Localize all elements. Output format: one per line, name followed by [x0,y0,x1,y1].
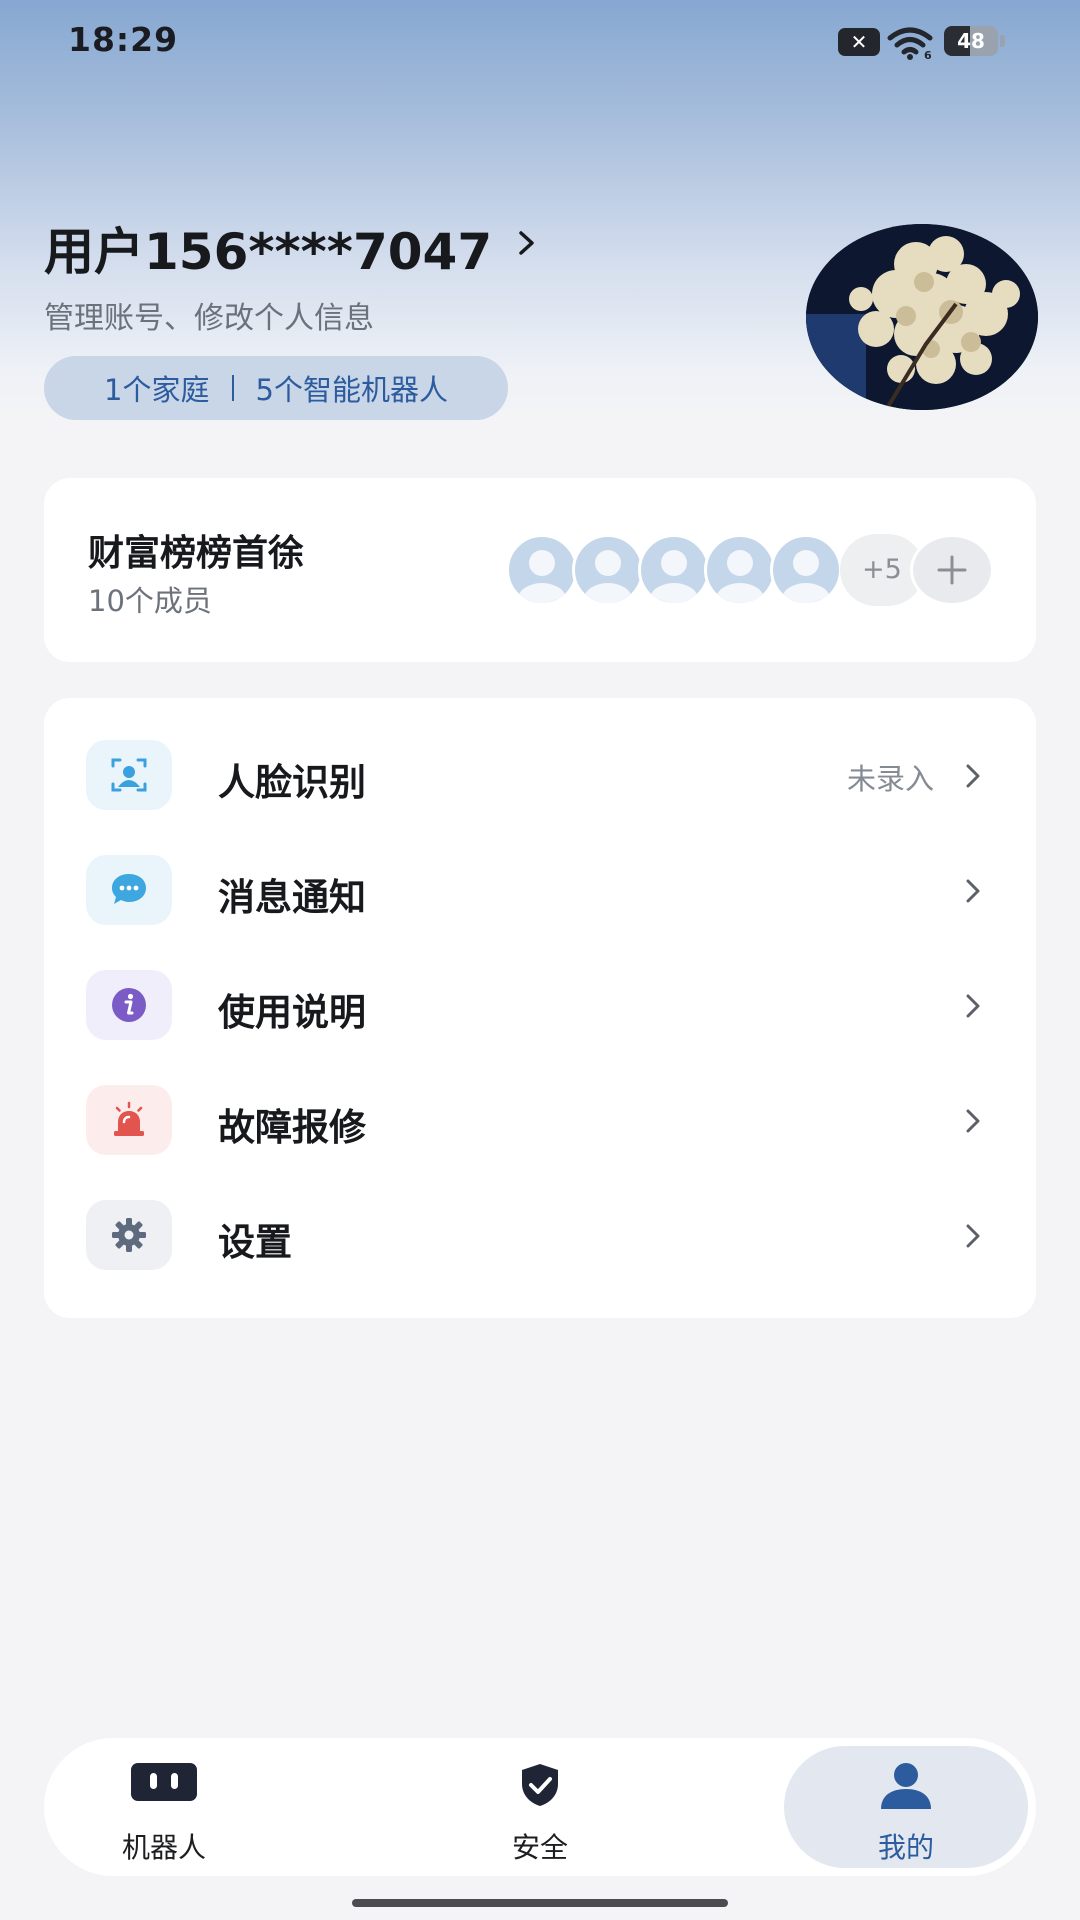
alarm-icon [114,1101,144,1136]
user-name[interactable]: 用户156****7047 [44,212,492,284]
member-avatars[interactable]: +5 [506,534,996,606]
face-id-icon-box [86,740,172,810]
menu-item-label: 设置 [218,1221,292,1264]
avatar-photo-image [806,224,1038,410]
menu-item-label: 消息通知 [218,876,366,919]
tab-robot[interactable]: 机器人 [44,1738,284,1876]
menu-item-label: 使用说明 [218,991,366,1034]
message-icon [112,874,146,904]
home-indicator[interactable] [352,1899,728,1907]
menu-item-repair[interactable]: 故障报修 [44,1063,1036,1178]
shield-check-icon [522,1764,558,1806]
divider [231,375,234,401]
account-stats-pill[interactable]: 1个家庭 5个智能机器人 [44,356,508,420]
status-bar: 18:29 ✕ 6 48 [0,0,1080,80]
alarm-icon-box [86,1085,172,1155]
chevron-right-icon [966,1109,980,1133]
gear-icon-box [86,1200,172,1270]
face-recognition-status: 未录入 [846,762,934,796]
battery-icon: 48 [944,26,1006,56]
menu-item-label: 故障报修 [218,1106,366,1149]
robot-icon [131,1763,197,1801]
family-name: 财富榜榜首徐 [88,533,305,574]
info-icon-box [86,970,172,1040]
member-count: 10个成员 [88,584,212,618]
family-card[interactable]: 财富榜榜首徐 10个成员 +5 [44,478,1036,662]
battery-level: 48 [957,29,985,53]
chevron-right-icon [966,879,980,903]
account-subtitle[interactable]: 管理账号、修改个人信息 [44,293,374,337]
member-avatar [572,534,644,606]
avatar[interactable] [806,224,1038,410]
gear-icon [112,1218,146,1252]
chevron-right-icon [966,764,980,788]
member-avatar [704,534,776,606]
svg-text:6: 6 [924,49,932,60]
family-count: 1个家庭 [104,373,210,407]
member-avatar [770,534,842,606]
member-avatar [506,534,578,606]
add-member-button[interactable] [910,534,994,606]
tab-label: 机器人 [121,1831,206,1864]
bottom-nav: 机器人 安全 我的 [44,1738,1036,1876]
robot-count: 5个智能机器人 [255,373,448,407]
menu-item-face-recognition[interactable]: 人脸识别 未录入 [44,718,1036,833]
chevron-right-icon[interactable] [516,228,538,258]
menu-item-instructions[interactable]: 使用说明 [44,948,1036,1063]
message-icon-box [86,855,172,925]
plus-icon [937,555,967,585]
wifi-icon: 6 [887,27,933,60]
tab-label: 安全 [511,1831,568,1864]
no-sim-icon: ✕ [838,28,880,56]
menu-item-label: 人脸识别 [218,761,366,804]
status-time: 18:29 [68,20,179,59]
menu-item-notifications[interactable]: 消息通知 [44,833,1036,948]
menu-item-settings[interactable]: 设置 [44,1178,1036,1293]
info-icon [112,988,146,1022]
chevron-right-icon [966,994,980,1018]
tab-label: 我的 [877,1831,934,1864]
chevron-right-icon [966,1224,980,1248]
tab-security[interactable]: 安全 [420,1738,660,1876]
person-icon [881,1763,931,1809]
member-avatar [638,534,710,606]
tab-mine[interactable]: 我的 [786,1738,1026,1876]
menu-card: 人脸识别 未录入 消息通知 使用说明 故障报修 设置 [44,698,1036,1318]
face-id-icon [111,758,147,792]
